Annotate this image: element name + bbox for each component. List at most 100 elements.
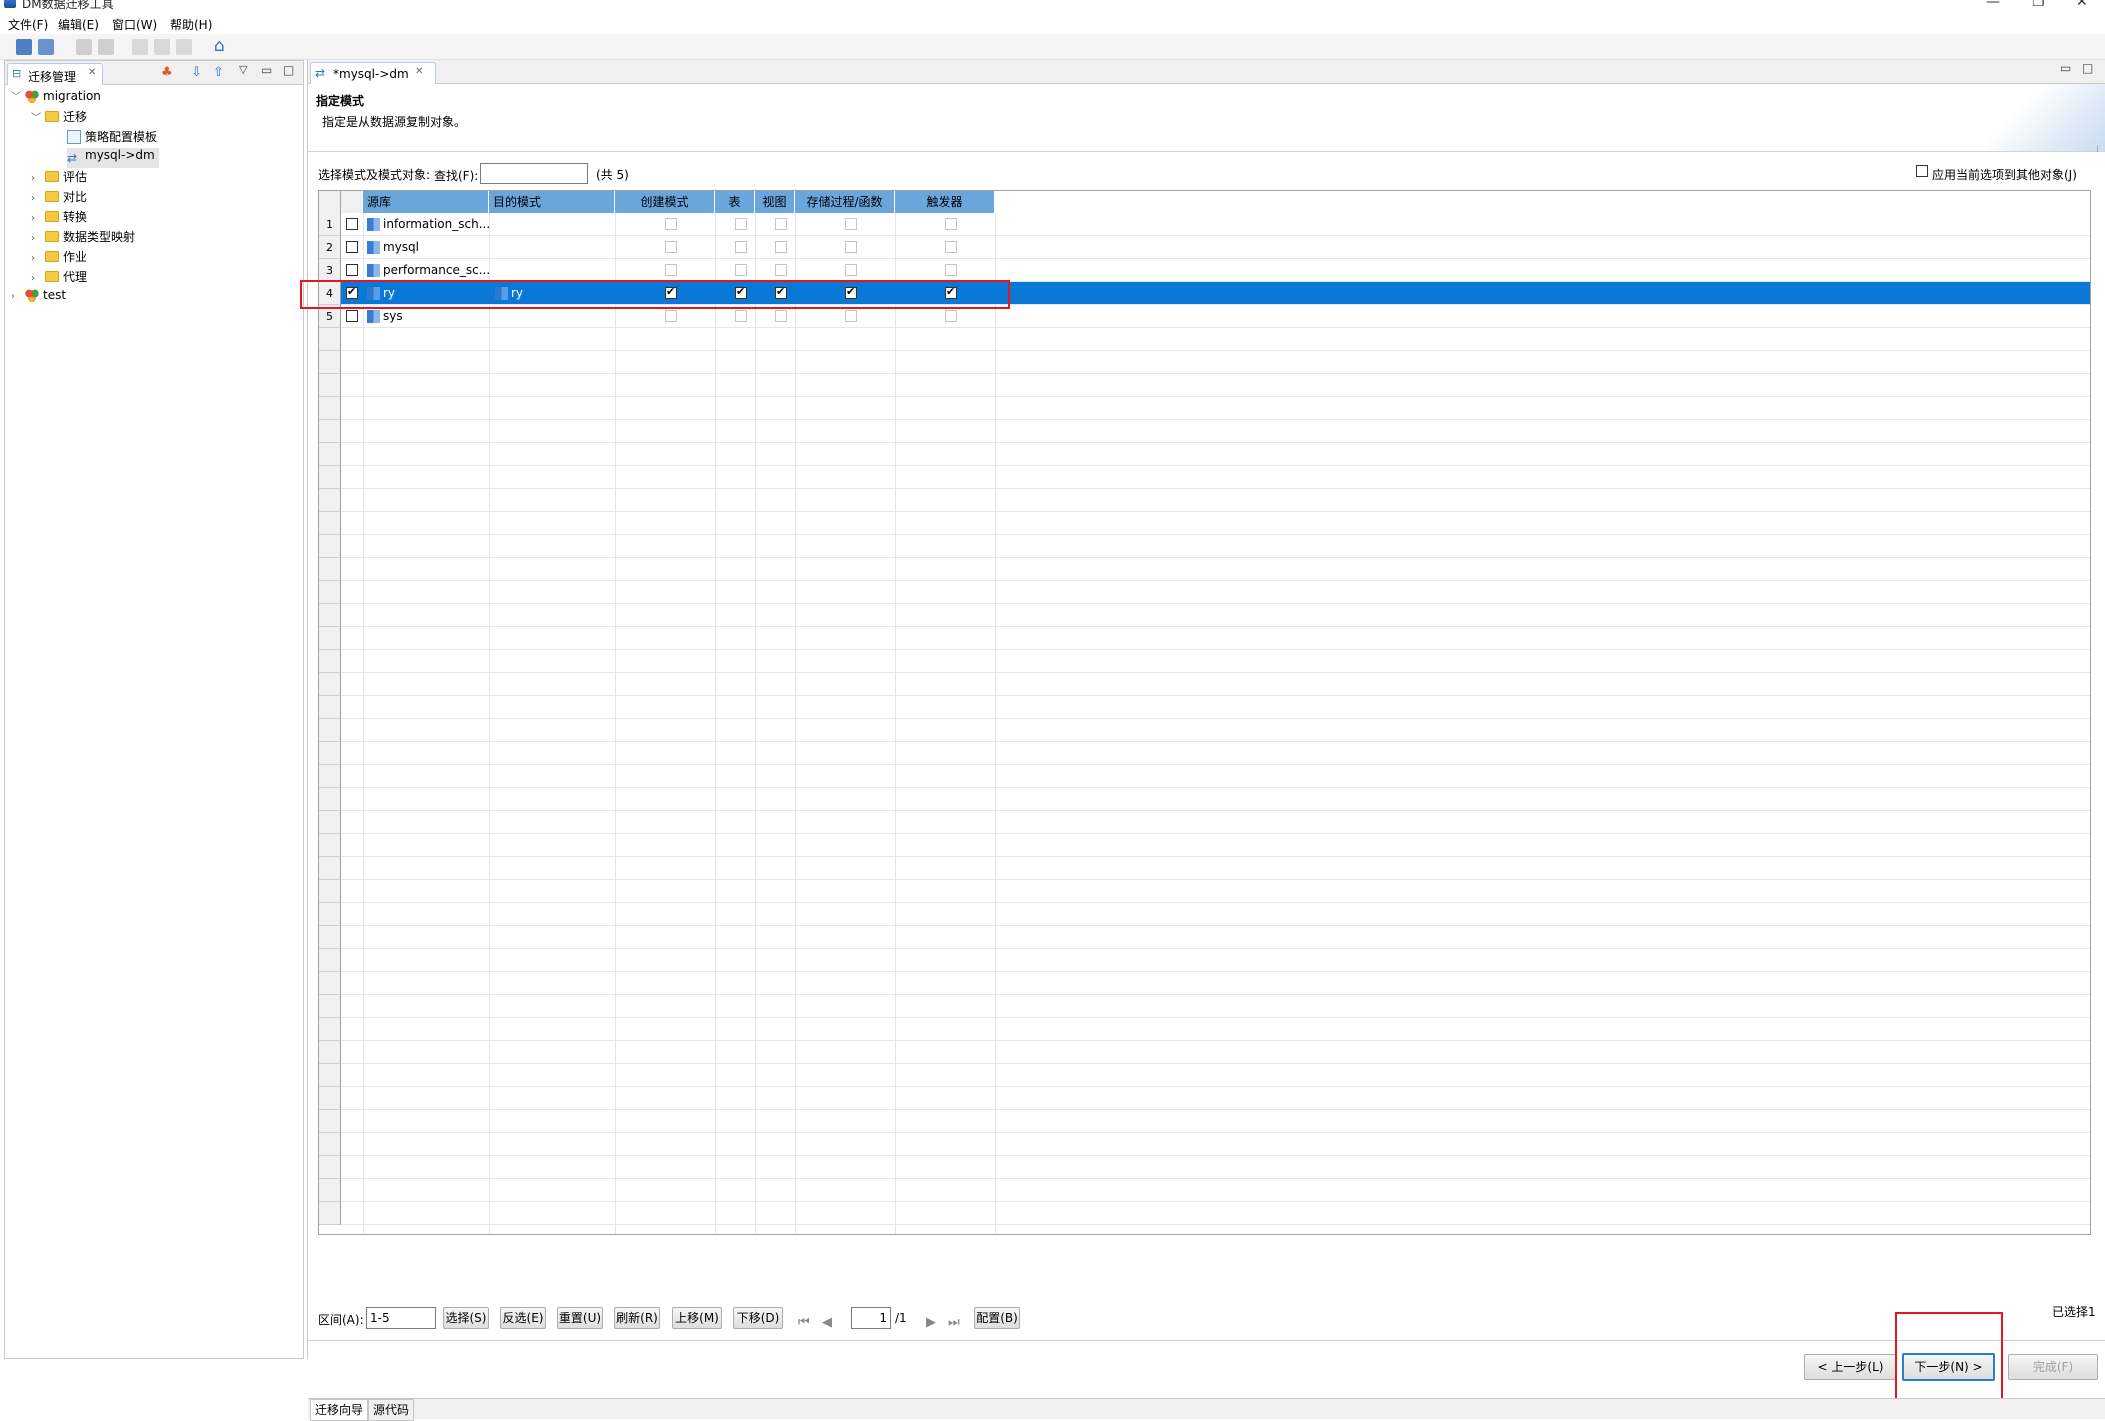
minimize-view-icon[interactable]: ▭ [261, 63, 272, 77]
chevron-right-icon[interactable]: › [31, 213, 45, 224]
table-checkbox[interactable] [735, 241, 747, 253]
reset-button[interactable]: 重置(U) [557, 1307, 603, 1329]
table-checkbox[interactable] [735, 264, 747, 276]
view-checkbox[interactable] [775, 264, 787, 276]
table-checkbox[interactable] [735, 310, 747, 322]
chevron-down-icon[interactable]: ﹀ [31, 109, 45, 124]
column-header-create-schema[interactable]: 创建模式 [615, 191, 715, 213]
tree-item-assess[interactable]: › 评估 [31, 168, 87, 188]
column-header-table[interactable]: 表 [715, 191, 755, 213]
refresh-button[interactable]: 刷新(R) [614, 1307, 660, 1329]
tree-item-migrate-folder[interactable]: ﹀ 迁移 [31, 108, 87, 128]
range-input[interactable] [366, 1307, 436, 1329]
row-checkbox[interactable] [346, 264, 358, 276]
column-header-target[interactable]: 目的模式 [489, 191, 615, 213]
minimize-view-icon[interactable]: ▭ [2060, 61, 2071, 75]
minimize-icon[interactable]: — [1986, 0, 2000, 10]
undo-icon[interactable] [76, 39, 92, 55]
chevron-right-icon[interactable]: › [31, 193, 45, 204]
move-up-button[interactable]: 上移(M) [672, 1307, 722, 1329]
invert-selection-button[interactable]: 反选(E) [500, 1307, 546, 1329]
table-row[interactable]: 1 information_sch... [319, 213, 2090, 236]
copy-icon[interactable] [154, 39, 170, 55]
finish-button[interactable]: 完成(F) [2008, 1354, 2098, 1380]
next-page-icon[interactable]: ▶ [926, 1315, 936, 1330]
close-icon[interactable]: ✕ [415, 66, 423, 77]
create-schema-checkbox[interactable] [665, 218, 677, 230]
view-checkbox[interactable] [775, 241, 787, 253]
chevron-right-icon[interactable]: › [31, 173, 45, 184]
chevron-down-icon[interactable]: ﹀ [11, 88, 25, 103]
procedure-checkbox[interactable] [845, 241, 857, 253]
trigger-checkbox[interactable] [945, 241, 957, 253]
export-icon[interactable]: ⇧ [213, 65, 224, 80]
close-icon[interactable]: ✕ [88, 67, 96, 78]
column-header-procedure[interactable]: 存储过程/函数 [795, 191, 895, 213]
tab-migration-manager[interactable]: ⊟ 迁移管理 ✕ [7, 63, 103, 85]
home-icon[interactable]: ⌂ [214, 36, 225, 56]
tree-item-mysql-dm[interactable]: ⇄ mysql->dm [67, 148, 159, 168]
maximize-view-icon[interactable]: □ [283, 63, 294, 77]
trigger-checkbox[interactable] [945, 218, 957, 230]
search-input[interactable] [480, 163, 588, 184]
maximize-view-icon[interactable]: □ [2082, 61, 2093, 75]
menu-file[interactable]: 文件(F) [8, 16, 48, 33]
tree-item-convert[interactable]: › 转换 [31, 208, 87, 228]
column-header-trigger[interactable]: 触发器 [895, 191, 995, 213]
trigger-checkbox[interactable] [945, 264, 957, 276]
select-button[interactable]: 选择(S) [443, 1307, 489, 1329]
tree-item-agent[interactable]: › 代理 [31, 268, 87, 288]
move-down-button[interactable]: 下移(D) [733, 1307, 783, 1329]
chevron-right-icon[interactable]: › [31, 273, 45, 284]
view-menu-icon[interactable]: ▽ [239, 63, 247, 76]
tree-item-test[interactable]: › test [11, 288, 66, 308]
last-page-icon[interactable]: ⏭ [948, 1315, 960, 1330]
scroll-handle-icon[interactable]: ⁞ [2096, 144, 2099, 155]
tree-item-migration[interactable]: ﹀ migration [11, 88, 101, 108]
first-page-icon[interactable]: ⏮ [798, 1315, 810, 1330]
tree-item-jobs[interactable]: › 作业 [31, 248, 87, 268]
config-button[interactable]: 配置(B) [974, 1307, 1020, 1329]
new-connection-icon[interactable]: ♣ [161, 65, 173, 80]
tree-item-type-mapping[interactable]: › 数据类型映射 [31, 228, 135, 248]
view-checkbox[interactable] [775, 310, 787, 322]
save-all-icon[interactable] [38, 39, 54, 55]
prev-page-icon[interactable]: ◀ [822, 1315, 832, 1330]
row-checkbox[interactable] [346, 310, 358, 322]
table-row[interactable]: 2 mysql [319, 236, 2090, 259]
chevron-right-icon[interactable]: › [31, 233, 45, 244]
view-checkbox[interactable] [775, 218, 787, 230]
chevron-right-icon[interactable]: › [11, 291, 25, 302]
tab-source-code[interactable]: 源代码 [368, 1399, 415, 1421]
column-header-source[interactable]: 源库 [363, 191, 489, 213]
menu-window[interactable]: 窗口(W) [112, 16, 157, 33]
table-row[interactable]: 3 performance_sc... [319, 259, 2090, 282]
row-checkbox[interactable] [346, 218, 358, 230]
create-schema-checkbox[interactable] [665, 264, 677, 276]
apply-other-checkbox[interactable] [1916, 165, 1928, 177]
table-checkbox[interactable] [735, 218, 747, 230]
redo-icon[interactable] [98, 39, 114, 55]
restore-icon[interactable]: ❐ [2032, 0, 2045, 10]
procedure-checkbox[interactable] [845, 218, 857, 230]
paste-icon[interactable] [176, 39, 192, 55]
create-schema-checkbox[interactable] [665, 310, 677, 322]
trigger-checkbox[interactable] [945, 310, 957, 322]
create-schema-checkbox[interactable] [665, 241, 677, 253]
close-icon[interactable]: ✕ [2076, 0, 2088, 10]
tree-item-template[interactable]: 策略配置模板 [67, 128, 157, 148]
import-icon[interactable]: ⇩ [191, 65, 202, 80]
save-icon[interactable] [16, 39, 32, 55]
tab-mysql-dm[interactable]: ⇄ *mysql->dm ✕ [310, 62, 436, 84]
page-input[interactable] [851, 1307, 891, 1329]
menu-help[interactable]: 帮助(H) [170, 16, 212, 33]
procedure-checkbox[interactable] [845, 310, 857, 322]
cut-icon[interactable] [132, 39, 148, 55]
menu-edit[interactable]: 编辑(E) [58, 16, 99, 33]
tree-item-compare[interactable]: › 对比 [31, 188, 87, 208]
column-header-view[interactable]: 视图 [755, 191, 795, 213]
procedure-checkbox[interactable] [845, 264, 857, 276]
chevron-right-icon[interactable]: › [31, 253, 45, 264]
prev-step-button[interactable]: < 上一步(L) [1804, 1354, 1897, 1380]
row-checkbox[interactable] [346, 241, 358, 253]
